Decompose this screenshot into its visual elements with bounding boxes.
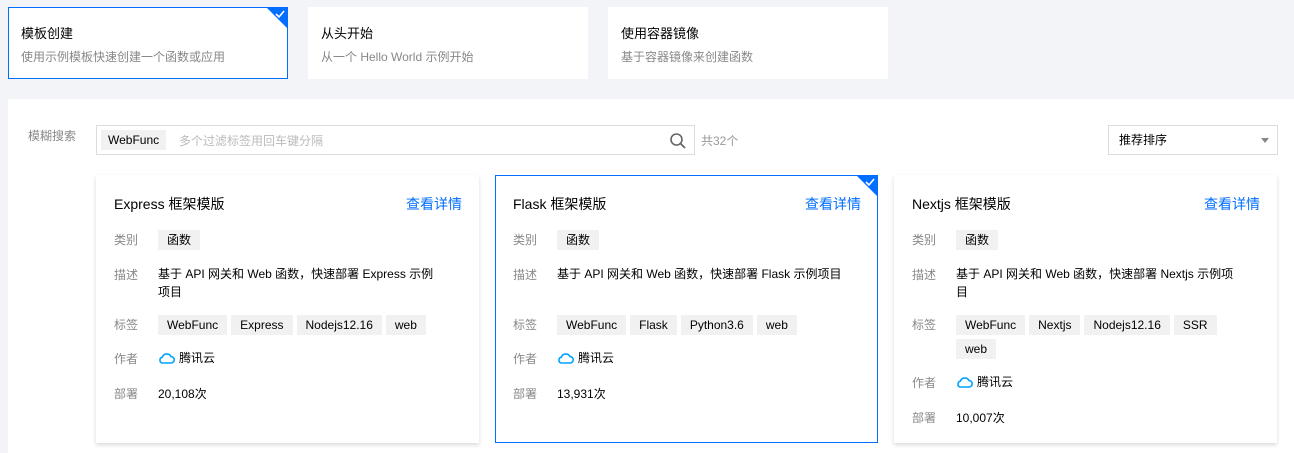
category-chip: 函数 xyxy=(158,230,201,250)
tag-chip: WebFunc xyxy=(158,315,228,335)
view-detail-link[interactable]: 查看详情 xyxy=(1204,194,1260,214)
tag-chip: Nextjs xyxy=(1029,315,1081,335)
template-card-nextjs[interactable]: Nextjs 框架模版 查看详情 类别 函数 描述 基于 API 网关和 Web… xyxy=(894,175,1277,443)
tags-row: 标签 WebFunc Express Nodejs12.16 web xyxy=(114,315,464,339)
search-box[interactable]: WebFunc xyxy=(96,125,695,155)
tag-chip: SSR xyxy=(1173,315,1217,335)
tag-chip: web xyxy=(956,339,997,359)
tag-chip: web xyxy=(385,315,426,335)
author-row: 作者 腾讯云 xyxy=(114,349,464,369)
option-title: 使用容器镜像 xyxy=(621,26,700,41)
desc-label: 描述 xyxy=(912,268,937,282)
desc-row: 描述 基于 API 网关和 Web 函数，快速部署 Flask 示例项目 xyxy=(513,265,863,301)
category-label: 类别 xyxy=(513,233,538,247)
tag-chip: web xyxy=(756,315,797,335)
author-name: 腾讯云 xyxy=(977,375,1014,389)
selected-check-icon xyxy=(857,176,877,196)
tag-chip: Express xyxy=(231,315,293,335)
category-row: 类别 函数 xyxy=(513,230,863,250)
deploy-count: 10,007次 xyxy=(956,411,1005,425)
deploy-row: 部署 10,007次 xyxy=(912,408,1262,428)
tags-label: 标签 xyxy=(912,318,937,332)
desc-label: 描述 xyxy=(114,268,139,282)
search-label: 模糊搜索 xyxy=(28,129,77,143)
tencent-cloud-icon xyxy=(558,353,574,364)
desc-row: 描述 基于 API 网关和 Web 函数，快速部署 Express 示例项目 xyxy=(114,265,464,301)
search-input[interactable] xyxy=(179,131,659,151)
deploy-count: 13,931次 xyxy=(557,387,606,401)
desc-label: 描述 xyxy=(513,268,538,282)
deploy-label: 部署 xyxy=(114,387,139,401)
deploy-row: 部署 13,931次 xyxy=(513,384,863,404)
option-desc: 使用示例模板快速创建一个函数或应用 xyxy=(21,50,226,64)
view-detail-link[interactable]: 查看详情 xyxy=(406,194,462,214)
category-row: 类别 函数 xyxy=(114,230,464,250)
deploy-label: 部署 xyxy=(912,411,937,425)
card-description: 基于 API 网关和 Web 函数，快速部署 Nextjs 示例项目 xyxy=(956,267,1234,299)
tencent-cloud-icon xyxy=(159,353,175,364)
option-title: 模板创建 xyxy=(21,26,74,41)
result-count: 共32个 xyxy=(701,134,739,148)
option-template-create[interactable]: 模板创建 使用示例模板快速创建一个函数或应用 xyxy=(8,7,288,79)
tags-label: 标签 xyxy=(114,318,139,332)
author-name: 腾讯云 xyxy=(578,351,615,365)
option-from-scratch[interactable]: 从头开始 从一个 Hello World 示例开始 xyxy=(308,7,588,79)
option-container-image[interactable]: 使用容器镜像 基于容器镜像来创建函数 xyxy=(608,7,888,79)
search-icon[interactable] xyxy=(668,131,688,151)
tags-row: 标签 WebFunc Flask Python3.6 web xyxy=(513,315,863,339)
desc-row: 描述 基于 API 网关和 Web 函数，快速部署 Nextjs 示例项目 xyxy=(912,265,1262,301)
template-panel: 模糊搜索 WebFunc 共32个 推荐排序 Express 框架模版 查看详情… xyxy=(8,99,1294,453)
category-chip: 函数 xyxy=(557,230,600,250)
option-title: 从头开始 xyxy=(321,26,374,41)
card-title: Flask 框架模版 xyxy=(513,196,607,212)
deploy-label: 部署 xyxy=(513,387,538,401)
tag-chip: WebFunc xyxy=(557,315,627,335)
tencent-cloud-icon xyxy=(957,377,973,388)
filter-tag-chip[interactable]: WebFunc xyxy=(101,130,167,150)
creation-method-bar: 模板创建 使用示例模板快速创建一个函数或应用 从头开始 从一个 Hello Wo… xyxy=(0,0,1294,98)
option-desc: 基于容器镜像来创建函数 xyxy=(621,50,754,64)
tag-chip: Nodejs12.16 xyxy=(1084,315,1170,335)
deploy-count: 20,108次 xyxy=(158,387,207,401)
tags-row: 标签 WebFunc Nextjs Nodejs12.16 SSR web xyxy=(912,315,1262,363)
tag-chip: Nodejs12.16 xyxy=(296,315,382,335)
card-title: Express 框架模版 xyxy=(114,196,225,212)
category-label: 类别 xyxy=(912,233,937,247)
author-row: 作者 腾讯云 xyxy=(912,373,1262,393)
author-row: 作者 腾讯云 xyxy=(513,349,863,369)
selected-check-icon xyxy=(267,8,287,28)
tag-chip: Python3.6 xyxy=(680,315,753,335)
category-chip: 函数 xyxy=(956,230,999,250)
view-detail-link[interactable]: 查看详情 xyxy=(805,194,861,214)
author-name: 腾讯云 xyxy=(179,351,216,365)
tags-label: 标签 xyxy=(513,318,538,332)
option-desc: 从一个 Hello World 示例开始 xyxy=(321,50,474,64)
category-label: 类别 xyxy=(114,233,139,247)
category-row: 类别 函数 xyxy=(912,230,1262,250)
author-label: 作者 xyxy=(912,376,937,390)
template-card-flask[interactable]: Flask 框架模版 查看详情 类别 函数 描述 基于 API 网关和 Web … xyxy=(495,175,878,443)
tag-chip: WebFunc xyxy=(956,315,1026,335)
deploy-row: 部署 20,108次 xyxy=(114,384,464,404)
tag-chip: Flask xyxy=(630,315,677,335)
sort-selected-value: 推荐排序 xyxy=(1119,133,1168,147)
sort-select[interactable]: 推荐排序 xyxy=(1108,125,1278,155)
card-description: 基于 API 网关和 Web 函数，快速部署 Express 示例项目 xyxy=(158,267,434,299)
author-label: 作者 xyxy=(513,352,538,366)
card-title: Nextjs 框架模版 xyxy=(912,196,1011,212)
author-label: 作者 xyxy=(114,352,139,366)
chevron-down-icon xyxy=(1261,138,1269,143)
card-description: 基于 API 网关和 Web 函数，快速部署 Flask 示例项目 xyxy=(557,267,842,281)
template-card-express[interactable]: Express 框架模版 查看详情 类别 函数 描述 基于 API 网关和 We… xyxy=(96,175,479,443)
